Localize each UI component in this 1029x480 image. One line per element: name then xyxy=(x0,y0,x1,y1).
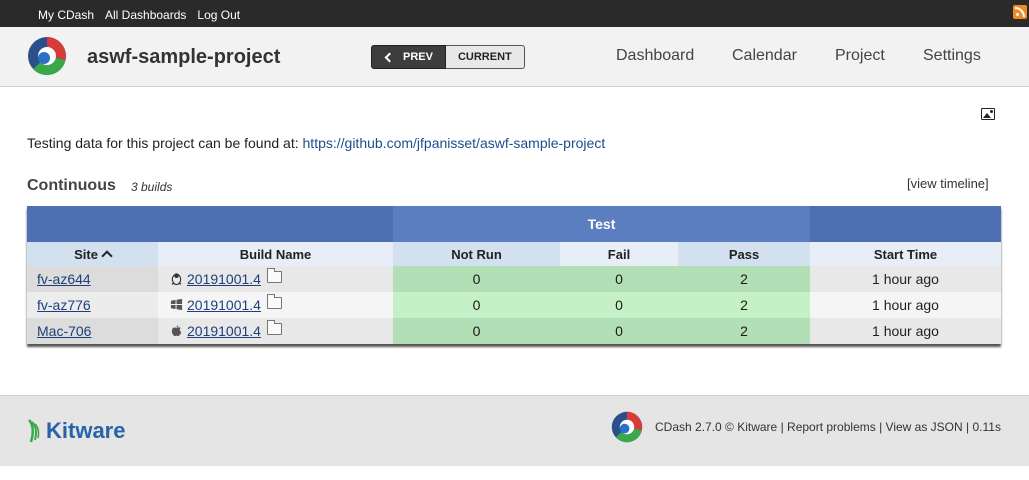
folder-icon[interactable] xyxy=(266,294,282,309)
view-timeline-link[interactable]: [view timeline] xyxy=(907,176,989,191)
version-text: CDash 2.7.0 © Kitware xyxy=(655,420,778,434)
linux-icon xyxy=(171,273,182,285)
table-row: fv-az644 20191001.4 0 0 2 1 hour ago xyxy=(27,266,1001,292)
timing-text: 0.11s xyxy=(972,420,1001,434)
pass-cell[interactable]: 2 xyxy=(678,318,810,344)
top-bar: My CDash All Dashboards Log Out xyxy=(0,0,1029,27)
windows-icon xyxy=(170,298,183,311)
site-link[interactable]: fv-az776 xyxy=(37,297,91,313)
col-pass[interactable]: Pass xyxy=(678,242,810,266)
not-run-cell[interactable]: 0 xyxy=(393,318,560,344)
start-time-cell: 1 hour ago xyxy=(810,292,1001,318)
report-problems-link[interactable]: Report problems xyxy=(787,420,876,434)
nav-project[interactable]: Project xyxy=(835,47,885,65)
build-name-cell: 20191001.4 xyxy=(158,266,393,292)
pass-cell[interactable]: 2 xyxy=(678,292,810,318)
current-label: CURRENT xyxy=(457,51,512,63)
site-cell: fv-az776 xyxy=(27,292,158,318)
chevron-left-icon xyxy=(384,52,395,62)
header-blank xyxy=(27,206,393,242)
test-group-header: Test xyxy=(393,206,810,242)
site-link[interactable]: fv-az644 xyxy=(37,271,91,287)
build-link[interactable]: 20191001.4 xyxy=(187,297,261,313)
all-dashboards-link[interactable]: All Dashboards xyxy=(105,8,186,22)
image-icon[interactable] xyxy=(981,108,995,120)
date-pager: PREV CURRENT xyxy=(371,45,525,69)
kitware-brand: Kitware xyxy=(46,418,126,443)
kitware-mark-icon xyxy=(28,419,40,443)
top-links: My CDash All Dashboards Log Out xyxy=(38,8,240,22)
folder-icon[interactable] xyxy=(266,320,282,335)
cdash-logo-icon[interactable] xyxy=(27,36,67,76)
nav-dashboard[interactable]: Dashboard xyxy=(616,47,694,65)
apple-icon xyxy=(171,325,182,337)
not-run-cell[interactable]: 0 xyxy=(393,266,560,292)
table-column-header-row: Site Build Name Not Run Fail Pass Start … xyxy=(27,242,1001,266)
pass-cell[interactable]: 2 xyxy=(678,266,810,292)
build-name-cell: 20191001.4 xyxy=(158,318,393,344)
prev-label: PREV xyxy=(403,51,433,63)
start-time-cell: 1 hour ago xyxy=(810,318,1001,344)
builds-table: Test Site Build Name Not Run Fail Pass S… xyxy=(27,206,1001,344)
prev-button[interactable]: PREV xyxy=(371,45,446,69)
rss-icon[interactable] xyxy=(1013,5,1027,19)
info-prefix: Testing data for this project can be fou… xyxy=(27,135,303,151)
build-group-count: 3 builds xyxy=(131,180,173,194)
build-link[interactable]: 20191001.4 xyxy=(187,323,261,339)
sort-up-icon xyxy=(101,249,113,262)
col-fail[interactable]: Fail xyxy=(560,242,678,266)
fail-cell[interactable]: 0 xyxy=(560,292,678,318)
view-json-link[interactable]: View as JSON xyxy=(886,420,963,434)
project-title[interactable]: aswf-sample-project xyxy=(87,46,280,69)
col-start-time[interactable]: Start Time xyxy=(810,242,1001,266)
footer: Kitware CDash 2.7.0 © Kitware | Report p… xyxy=(0,395,1029,466)
current-button[interactable]: CURRENT xyxy=(445,45,525,69)
fail-cell[interactable]: 0 xyxy=(560,266,678,292)
my-cdash-link[interactable]: My CDash xyxy=(38,8,94,22)
kitware-logo[interactable]: Kitware xyxy=(27,418,125,444)
not-run-cell[interactable]: 0 xyxy=(393,292,560,318)
build-name-cell: 20191001.4 xyxy=(158,292,393,318)
nav-settings[interactable]: Settings xyxy=(923,47,981,65)
col-not-run[interactable]: Not Run xyxy=(393,242,560,266)
table-row: Mac-706 20191001.4 0 0 2 1 hour ago xyxy=(27,318,1001,344)
nav-calendar[interactable]: Calendar xyxy=(732,47,797,65)
header-blank-right xyxy=(810,206,1001,242)
site-cell: Mac-706 xyxy=(27,318,158,344)
testing-data-link[interactable]: https://github.com/jfpanisset/aswf-sampl… xyxy=(303,135,606,151)
table-row: fv-az776 20191001.4 0 0 2 1 hour ago xyxy=(27,292,1001,318)
cdash-footer-logo-icon xyxy=(611,411,643,443)
project-header: aswf-sample-project PREV CURRENT Dashboa… xyxy=(0,27,1029,87)
fail-cell[interactable]: 0 xyxy=(560,318,678,344)
build-link[interactable]: 20191001.4 xyxy=(187,271,261,287)
col-site[interactable]: Site xyxy=(27,242,158,266)
folder-icon[interactable] xyxy=(266,268,282,283)
site-cell: fv-az644 xyxy=(27,266,158,292)
col-build-name[interactable]: Build Name xyxy=(158,242,393,266)
logout-link[interactable]: Log Out xyxy=(197,8,240,22)
start-time-cell: 1 hour ago xyxy=(810,266,1001,292)
site-link[interactable]: Mac-706 xyxy=(37,323,91,339)
testing-data-info: Testing data for this project can be fou… xyxy=(27,135,605,151)
footer-text: CDash 2.7.0 © Kitware | Report problems … xyxy=(655,420,1001,434)
build-group-title: Continuous xyxy=(27,177,116,194)
table-group-header-row: Test xyxy=(27,206,1001,242)
